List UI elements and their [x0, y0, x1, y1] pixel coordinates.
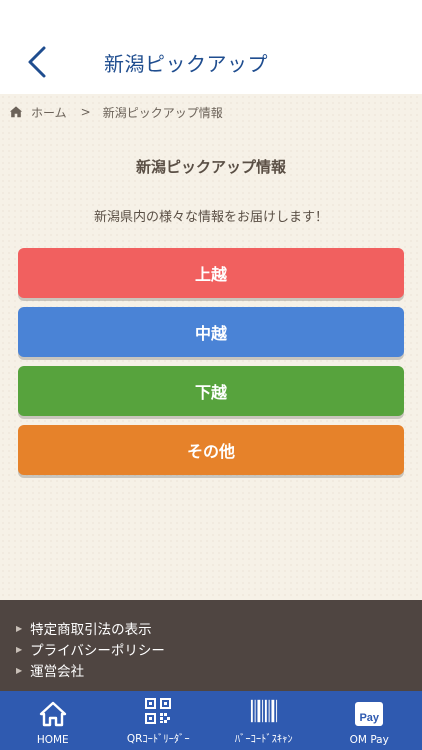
breadcrumb-separator: >: [80, 105, 91, 119]
tab-qr-reader[interactable]: QRｺｰﾄﾞﾘｰﾀﾞｰ: [106, 691, 212, 750]
kaetsu-button-label: 下越: [194, 383, 227, 402]
breadcrumb: ホーム > 新潟ピックアップ情報: [9, 103, 223, 121]
tab-barcode-scan-label: ﾊﾞｰｺｰﾄﾞｽｷｬﾝ: [234, 733, 293, 745]
barcode-icon: [250, 697, 278, 725]
pay-icon: Pay: [355, 700, 384, 728]
chuetsu-button[interactable]: 中越: [18, 307, 404, 357]
tab-home-label: HOME: [36, 734, 69, 746]
footer-link-legal-label: 特定商取引法の表示: [30, 622, 152, 638]
chuetsu-button-label: 中越: [194, 324, 227, 343]
home-icon[interactable]: [9, 105, 23, 119]
caret-right-icon: ▶: [16, 623, 23, 633]
tab-om-pay[interactable]: Pay OM Pay: [317, 691, 422, 750]
caret-right-icon: ▶: [16, 665, 23, 675]
other-button-label: その他: [186, 442, 235, 461]
app-header: 新潟ピックアップ: [0, 0, 422, 94]
qr-code-icon: [144, 697, 172, 725]
bottom-tab-bar: HOME QRｺｰﾄﾞﾘｰﾀﾞｰ ﾊﾞｰｺｰﾄﾞｽｷｬﾝ Pay OM Pay: [0, 691, 422, 750]
tab-barcode-scan[interactable]: ﾊﾞｰｺｰﾄﾞｽｷｬﾝ: [211, 691, 317, 750]
caret-right-icon: ▶: [16, 644, 23, 654]
footer-link-privacy-label: プライバシーポリシー: [30, 643, 165, 659]
joetsu-button-label: 上越: [194, 265, 227, 284]
main-content: ホーム > 新潟ピックアップ情報 新潟ピックアップ情報 新潟県内の様々な情報をお…: [0, 94, 422, 600]
footer-link-legal[interactable]: ▶ 特定商取引法の表示: [16, 618, 152, 638]
breadcrumb-current: 新潟ピックアップ情報: [102, 105, 223, 120]
tab-qr-reader-label: QRｺｰﾄﾞﾘｰﾀﾞｰ: [126, 733, 190, 745]
chevron-left-icon: [28, 46, 46, 78]
kaetsu-button[interactable]: 下越: [18, 366, 404, 416]
home-icon: [39, 700, 67, 728]
section-description: 新潟県内の様々な情報をお届けします！: [93, 210, 328, 225]
joetsu-button[interactable]: 上越: [18, 248, 404, 298]
footer-link-company-label: 運営会社: [30, 664, 85, 680]
back-button[interactable]: [22, 44, 52, 80]
tab-om-pay-label: OM Pay: [349, 734, 389, 746]
other-button[interactable]: その他: [18, 425, 404, 475]
page-title: 新潟ピックアップ: [104, 52, 268, 76]
breadcrumb-home[interactable]: ホーム: [31, 104, 67, 121]
pay-icon-text: Pay: [359, 712, 380, 724]
footer-link-privacy[interactable]: ▶ プライバシーポリシー: [16, 639, 165, 659]
footer-link-company[interactable]: ▶ 運営会社: [16, 660, 84, 680]
section-title: 新潟ピックアップ情報: [135, 158, 286, 176]
tab-home[interactable]: HOME: [0, 691, 106, 750]
